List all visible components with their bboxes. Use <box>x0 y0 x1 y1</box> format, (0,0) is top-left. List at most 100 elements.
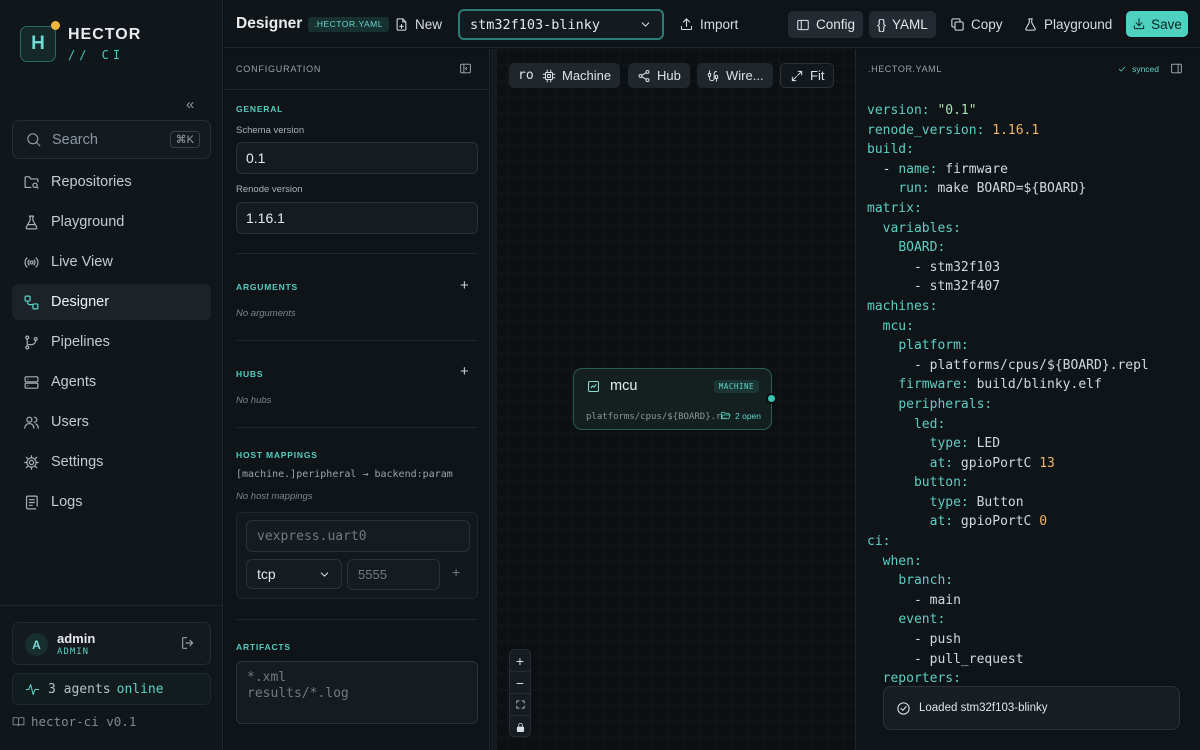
node-type-badge: MACHINE <box>713 380 759 393</box>
divider <box>0 605 223 606</box>
panel-collapse-icon[interactable] <box>459 62 472 75</box>
sync-status: synced <box>1117 64 1159 74</box>
save-button[interactable]: Save <box>1126 11 1188 37</box>
backend-select[interactable]: tcp <box>246 559 342 589</box>
chip-icon <box>587 380 600 393</box>
fullscreen-icon <box>515 700 525 709</box>
flask-icon <box>25 215 38 229</box>
config-title: CONFIGURATION <box>236 64 322 74</box>
yaml-toggle[interactable]: {} YAML <box>869 11 936 38</box>
search-input[interactable]: Search ⌘K <box>12 120 211 159</box>
sidebar-item-pipelines[interactable]: Pipelines <box>12 324 211 360</box>
collapse-sidebar-icon[interactable]: « <box>186 96 194 113</box>
open-count-label: 2 open <box>735 410 761 421</box>
version-text: hector-ci v0.1 <box>31 714 137 729</box>
brand-sub: // CI <box>68 48 125 62</box>
machine-label: Machine <box>562 68 612 83</box>
divider <box>236 253 478 254</box>
divider <box>236 619 478 620</box>
user-name: admin <box>57 631 96 646</box>
artifacts-textarea[interactable]: *.xml results/*.log <box>236 661 478 724</box>
machine-node[interactable]: mcu MACHINE platforms/cpus/${BOARD}.r… 2… <box>573 368 772 430</box>
renode-version-label: Renode version <box>236 184 303 195</box>
designer-canvas[interactable]: ro Machine Hub Wire... Fit mcu MACHINE p… <box>491 49 854 750</box>
sidebar-item-logs[interactable]: Logs <box>12 484 211 520</box>
playground-button[interactable]: Playground <box>1023 0 1112 48</box>
sidebar-item-users[interactable]: Users <box>12 404 211 440</box>
sidebar-item-label: Live View <box>51 254 113 270</box>
wire-tool-button[interactable]: Wire... <box>697 63 773 88</box>
fit-view-button[interactable]: Fit <box>780 63 835 88</box>
new-file-icon <box>396 17 407 31</box>
upload-icon <box>680 17 693 30</box>
renode-version-field[interactable]: 1.16.1 <box>236 202 478 234</box>
copy-label: Copy <box>971 16 1003 32</box>
zoom-out-button[interactable]: − <box>510 672 530 694</box>
add-mapping-button[interactable]: + <box>452 564 460 580</box>
panel-collapse-icon[interactable] <box>1170 62 1183 75</box>
sidebar-item-label: Repositories <box>51 174 132 190</box>
fit-screen-button[interactable] <box>510 694 530 716</box>
schema-version-value: 0.1 <box>246 150 266 166</box>
sidebar-item-designer[interactable]: Designer <box>12 284 211 320</box>
param-input[interactable]: 5555 <box>347 559 440 590</box>
sidebar-item-label: Agents <box>51 374 97 390</box>
logout-icon[interactable] <box>180 635 196 651</box>
yaml-title: .HECTOR.YAML <box>868 64 942 74</box>
config-toggle[interactable]: Config <box>788 11 864 38</box>
config-panel: CONFIGURATION GENERAL Schema version 0.1… <box>224 49 490 750</box>
copy-button[interactable]: Copy <box>950 0 1003 48</box>
add-argument-button[interactable]: + <box>460 277 469 294</box>
radio-icon <box>24 256 39 268</box>
yaml-label: YAML <box>892 17 928 32</box>
sidebar-item-settings[interactable]: Settings <box>12 444 211 480</box>
logo[interactable]: H <box>20 26 56 62</box>
agents-status[interactable]: 3 agents online <box>12 673 211 705</box>
sidebar-item-playground[interactable]: Playground <box>12 204 211 240</box>
agents-online: online <box>116 681 164 697</box>
activity-icon <box>25 683 40 695</box>
zoom-controls: + − <box>509 649 531 737</box>
top-bar: Designer .HECTOR.YAML New stm32f103-blin… <box>224 0 1200 48</box>
sidebar-item-label: Designer <box>51 294 110 310</box>
section-hubs: HUBS <box>236 369 264 379</box>
host-mappings-empty: No host mappings <box>236 491 313 502</box>
save-label: Save <box>1151 16 1182 32</box>
check-icon <box>1118 66 1126 72</box>
node-name: mcu <box>610 378 638 394</box>
add-machine-button[interactable]: Machine <box>533 63 621 88</box>
divider <box>236 340 478 341</box>
section-host-mappings: HOST MAPPINGS <box>236 450 318 460</box>
logo-status-dot <box>51 21 60 30</box>
workflow-icon <box>24 295 39 309</box>
canvas-resize-handle[interactable] <box>491 49 497 750</box>
sidebar-item-repositories[interactable]: Repositories <box>12 164 211 200</box>
lock-button[interactable] <box>510 716 530 738</box>
zoom-in-button[interactable]: + <box>510 650 530 672</box>
sync-status-label: synced <box>1132 64 1159 74</box>
copy-icon <box>951 17 964 31</box>
toast-notification: Loaded stm32f103-blinky <box>883 686 1180 730</box>
sidebar-item-live-view[interactable]: Live View <box>12 244 211 280</box>
section-arguments: ARGUMENTS <box>236 282 298 292</box>
new-button[interactable]: New <box>394 0 442 48</box>
git-branch-icon <box>25 335 38 349</box>
sidebar-item-label: Pipelines <box>51 334 110 350</box>
chevron-down-icon <box>320 571 329 577</box>
yaml-editor[interactable]: version: "0.1" renode_version: 1.16.1 bu… <box>867 101 1149 689</box>
scroll-icon <box>25 495 38 509</box>
peripheral-input[interactable]: vexpress.uart0 <box>246 520 470 552</box>
schema-version-label: Schema version <box>236 125 305 136</box>
cpu-icon <box>542 69 556 82</box>
panel-left-icon <box>797 19 809 30</box>
flask-icon <box>1025 17 1036 31</box>
toast-message: Loaded stm32f103-blinky <box>919 702 1048 714</box>
sidebar-item-agents[interactable]: Agents <box>12 364 211 400</box>
schema-version-field[interactable]: 0.1 <box>236 142 478 174</box>
add-hub-tool-button[interactable]: Hub <box>628 63 690 88</box>
project-select[interactable]: stm32f103-blinky <box>458 9 664 40</box>
folder-open-icon <box>720 411 731 420</box>
import-button[interactable]: Import <box>679 0 738 48</box>
node-output-port[interactable] <box>766 393 777 404</box>
add-hub-button[interactable]: + <box>460 363 469 380</box>
